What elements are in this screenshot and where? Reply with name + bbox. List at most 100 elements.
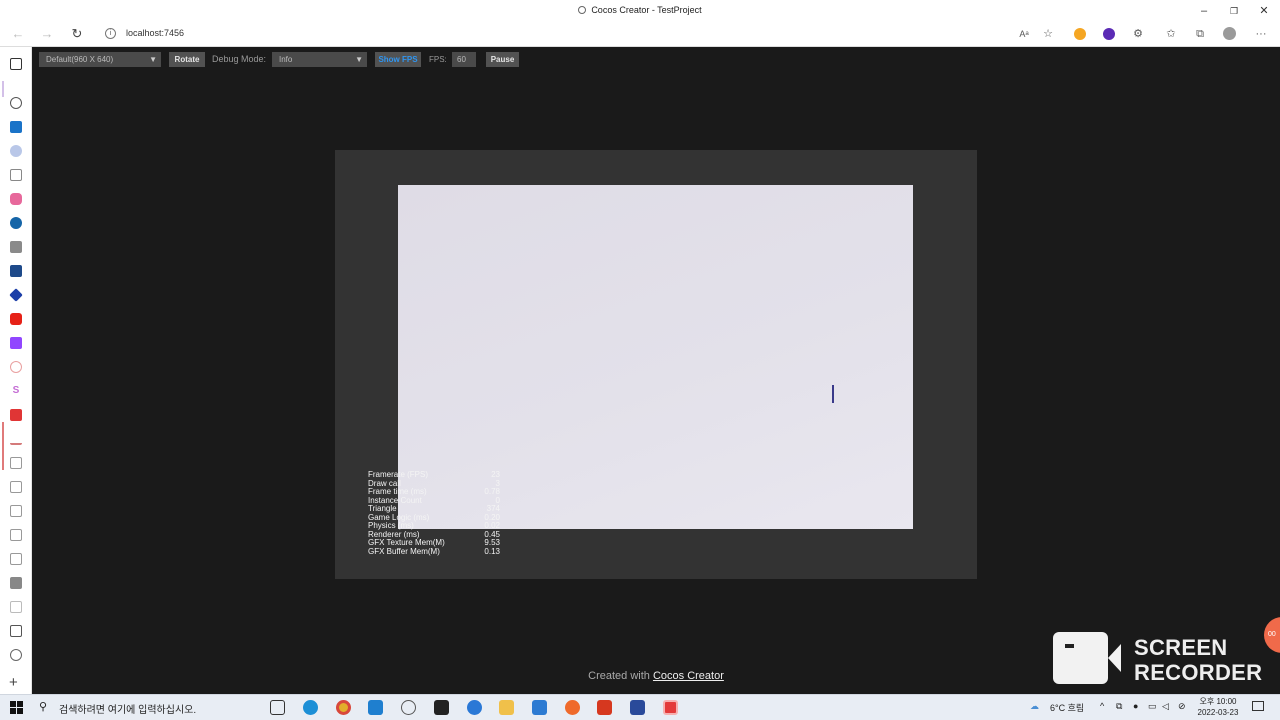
weather-icon[interactable]: ☁ <box>1030 701 1039 712</box>
youtube-icon[interactable] <box>10 313 22 325</box>
window-title: Cocos Creator - TestProject <box>0 5 1280 15</box>
file-explorer-icon[interactable] <box>499 700 514 715</box>
fps-input[interactable]: 60 <box>452 52 476 67</box>
windows-taskbar: ⚲ 검색하려면 여기에 입력하십시오. ☁ 6°C 흐림 ^ ⧉ ● ▭ ◁ ⊘… <box>0 694 1280 720</box>
search-icon[interactable]: ⚲ <box>39 700 47 713</box>
sidebar-doc-icon[interactable] <box>10 553 22 565</box>
tray-app-icon[interactable]: ⧉ <box>1116 701 1122 712</box>
show-fps-button[interactable]: Show FPS <box>375 52 421 67</box>
sidebar-app-red-icon[interactable] <box>10 409 22 421</box>
office-icon[interactable] <box>597 700 612 715</box>
cocos-creator-link[interactable]: Cocos Creator <box>653 670 724 682</box>
cocos-app-icon[interactable] <box>401 700 416 715</box>
browser-toolbar: ← → ↻ i localhost:7456 Aᵃ ☆ ⚙ ✩ ⧉ ··· <box>0 22 1280 47</box>
minimize-button[interactable]: – <box>1189 0 1219 22</box>
task-view-icon[interactable] <box>270 700 285 715</box>
sidebar-page-icon[interactable] <box>10 457 22 469</box>
extensions-icon[interactable]: ⚙ <box>1131 27 1145 41</box>
sidebar-app-m-icon[interactable] <box>10 577 22 589</box>
read-aloud-icon[interactable]: Aᵃ <box>1017 27 1031 41</box>
recorder-badge[interactable]: 00 <box>1264 617 1280 653</box>
volume-icon[interactable]: ◁ <box>1162 701 1169 712</box>
close-button[interactable]: ✕ <box>1249 0 1279 22</box>
weather-text[interactable]: 6°C 흐림 <box>1050 701 1084 714</box>
sidebar-doc3-icon[interactable] <box>10 625 22 637</box>
chevron-down-icon: ▼ <box>355 55 363 64</box>
sidebar-app-s-icon[interactable]: S <box>10 385 22 397</box>
network-icon[interactable]: ▭ <box>1148 701 1157 712</box>
taskbar-clock[interactable]: 오후 10:00 2022-03-23 <box>1193 696 1243 718</box>
sidebar-cocos-icon[interactable] <box>10 649 22 661</box>
github-icon[interactable] <box>10 97 22 109</box>
sidebar-doc2-icon[interactable] <box>10 601 22 613</box>
footer-prefix: Created with <box>588 670 650 682</box>
terminal-icon[interactable] <box>434 700 449 715</box>
watermark-line2: RECORDER <box>1134 660 1263 685</box>
tray-chevron-icon[interactable]: ^ <box>1100 701 1104 711</box>
camera-lens-icon <box>1108 644 1121 672</box>
stat-row: GFX Buffer Mem(M) 0.13 <box>368 546 508 557</box>
resolution-value: Default(960 X 640) <box>46 55 114 64</box>
sidebar-marker <box>2 81 4 97</box>
sidebar-book-icon[interactable] <box>10 481 22 493</box>
app-blue-icon[interactable] <box>467 700 482 715</box>
blocked-icon[interactable]: ⊘ <box>1178 701 1186 712</box>
chrome-icon[interactable] <box>336 700 351 715</box>
debug-mode-label: Debug Mode: <box>212 54 267 64</box>
clock-time: 오후 10:00 <box>1199 697 1237 706</box>
back-icon[interactable]: ← <box>8 25 28 43</box>
cocos-preview-toolbar: Default(960 X 640) ▼ Rotate Debug Mode: I… <box>32 47 1280 71</box>
recorder-app-icon[interactable] <box>663 700 678 715</box>
sidebar-book3-icon[interactable] <box>10 529 22 541</box>
favorite-star-icon[interactable]: ☆ <box>1041 27 1055 41</box>
debug-mode-value: Info <box>279 55 293 64</box>
twitch-icon[interactable] <box>10 337 22 349</box>
cocos-icon <box>578 6 587 14</box>
mail-icon[interactable] <box>532 700 547 715</box>
extension-orange-icon[interactable] <box>1074 28 1086 40</box>
profile-icon[interactable] <box>1223 27 1236 40</box>
resolution-select[interactable]: Default(960 X 640) ▼ <box>39 52 161 67</box>
fps-label: FPS: <box>429 55 447 64</box>
sidebar-marker-red <box>2 422 4 470</box>
browser-sidebar: S <box>0 47 32 694</box>
window-title-text: Cocos Creator - TestProject <box>591 5 702 15</box>
pause-button[interactable]: Pause <box>486 52 519 67</box>
address-bar[interactable]: localhost:7456 <box>126 28 184 38</box>
sidebar-app-bars-icon[interactable] <box>10 433 22 445</box>
favorites-icon[interactable]: ✩ <box>1164 27 1178 41</box>
watermark-line1: SCREEN <box>1134 635 1228 660</box>
sidebar-app-e-icon[interactable] <box>10 241 22 253</box>
instagram-icon[interactable] <box>10 193 22 205</box>
sidebar-app-circle-icon[interactable] <box>10 361 22 373</box>
stat-value: 0.13 <box>484 546 500 556</box>
sidebar-app-bag-icon[interactable] <box>10 169 22 181</box>
sidebar-app-globe-icon[interactable] <box>10 145 22 157</box>
debug-mode-select[interactable]: Info ▼ <box>272 52 367 67</box>
tab-actions-icon[interactable] <box>10 58 22 70</box>
sidebar-app-dark-icon[interactable] <box>10 217 22 229</box>
edge-icon[interactable] <box>303 700 318 715</box>
taskbar-search-input[interactable]: 검색하려면 여기에 입력하십시오. <box>59 701 196 716</box>
powershell-icon[interactable] <box>630 700 645 715</box>
rotate-button[interactable]: Rotate <box>169 52 205 67</box>
more-icon[interactable]: ··· <box>1254 27 1268 41</box>
firefox-icon[interactable] <box>565 700 580 715</box>
extension-purple-icon[interactable] <box>1103 28 1115 40</box>
vscode-icon[interactable] <box>368 700 383 715</box>
chevron-down-icon: ▼ <box>149 55 157 64</box>
restore-button[interactable]: ❐ <box>1219 0 1249 22</box>
reload-icon[interactable]: ↻ <box>67 25 87 43</box>
clock-date: 2022-03-23 <box>1197 708 1239 717</box>
collections-icon[interactable]: ⧉ <box>1193 27 1207 41</box>
notification-icon[interactable] <box>1252 701 1264 711</box>
forward-icon[interactable]: → <box>37 25 57 43</box>
sidebar-app-cube-icon[interactable] <box>9 288 23 302</box>
microphone-icon[interactable]: ● <box>1133 701 1138 711</box>
stat-label: GFX Buffer Mem(M) <box>368 546 440 556</box>
sidebar-app-blue-icon[interactable] <box>10 121 22 133</box>
windows-start-icon[interactable] <box>10 701 23 714</box>
sidebar-book2-icon[interactable] <box>10 505 22 517</box>
sidebar-app-window-icon[interactable] <box>10 265 22 277</box>
site-info-icon[interactable]: i <box>105 28 116 39</box>
